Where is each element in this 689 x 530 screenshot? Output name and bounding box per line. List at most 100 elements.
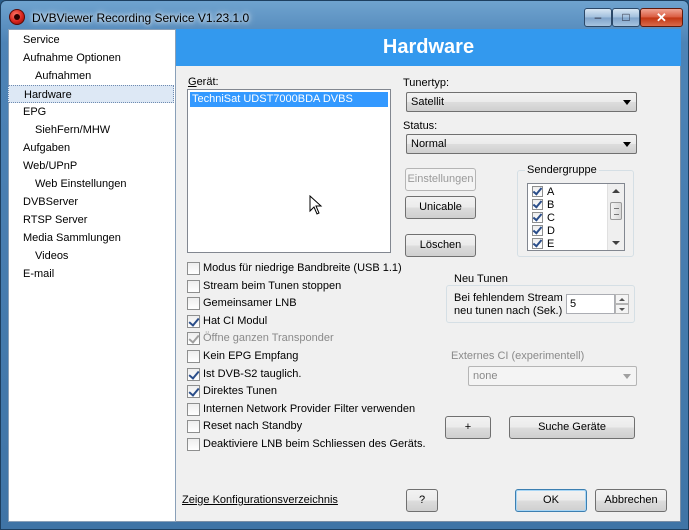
checkbox[interactable] [532, 225, 543, 236]
scroll-thumb[interactable] [610, 202, 622, 220]
option-direktes-tunen[interactable]: Direktes Tunen [187, 385, 277, 401]
chevron-down-icon [623, 142, 631, 147]
checkbox[interactable] [187, 315, 200, 328]
device-list[interactable]: TechniSat UDST7000BDA DVBS Tuner0 [187, 89, 391, 253]
sidebar-item-siehfern-mhw[interactable]: SiehFern/MHW [8, 121, 174, 139]
sendergruppe-item-label: B [547, 199, 555, 211]
option-label: Kein EPG Empfang [203, 350, 299, 362]
dvbviewer-record-icon [9, 9, 25, 25]
neu-tunen-field-label-1: Bei fehlendem Stream [454, 292, 563, 304]
einstellungen-button[interactable]: Einstellungen [405, 168, 476, 191]
option-hat-ci-modul[interactable]: Hat CI Modul [187, 315, 267, 331]
title-bar[interactable]: DVBViewer Recording Service V1.23.1.0 – … [0, 0, 689, 30]
abbrechen-button[interactable]: Abbrechen [595, 489, 667, 512]
option-kein-epg-empfang[interactable]: Kein EPG Empfang [187, 350, 298, 366]
checkbox[interactable] [187, 262, 200, 275]
sidebar-item-hardware[interactable]: Hardware [8, 85, 174, 103]
spin-up-icon[interactable] [615, 294, 629, 304]
sidebar-item-epg[interactable]: EPG [8, 103, 174, 121]
option-modus-f-r-niedrige-bandbreite-usb-1-1[interactable]: Modus für niedrige Bandbreite (USB 1.1) [187, 262, 402, 278]
checkbox[interactable] [532, 186, 543, 197]
loeschen-button[interactable]: Löschen [405, 234, 476, 257]
add-button[interactable]: + [445, 416, 491, 439]
device-list-label: Gerät: [188, 76, 219, 88]
option-internen-network-provider-filter-verwenden[interactable]: Internen Network Provider Filter verwend… [187, 403, 415, 419]
neu-tunen-spinner[interactable] [615, 294, 629, 314]
sidebar-item-service[interactable]: Service [8, 31, 174, 49]
sendergruppe-item[interactable]: A [532, 186, 554, 199]
config-directory-link[interactable]: Zeige Konfigurationsverzeichnis [182, 494, 338, 506]
sidebar-item-rtsp-server[interactable]: RTSP Server [8, 211, 174, 229]
sidebar-item-web-upnp[interactable]: Web/UPnP [8, 157, 174, 175]
suche-geraete-button[interactable]: Suche Geräte [509, 416, 635, 439]
option-reset-nach-standby[interactable]: Reset nach Standby [187, 420, 302, 436]
option-ist-dvb-s2-tauglich[interactable]: Ist DVB-S2 tauglich. [187, 368, 301, 384]
close-button[interactable]: ✕ [640, 8, 683, 27]
option--ffne-ganzen-transponder[interactable]: Öffne ganzen Transponder [187, 332, 334, 348]
sendergruppe-item-label: A [547, 186, 555, 198]
checkbox[interactable] [187, 297, 200, 310]
unicable-button[interactable]: Unicable [405, 196, 476, 219]
checkbox[interactable] [187, 403, 200, 416]
checkbox[interactable] [187, 280, 200, 293]
sidebar-item-aufgaben[interactable]: Aufgaben [8, 139, 174, 157]
status-value: Normal [411, 138, 447, 150]
checkbox[interactable] [187, 368, 200, 381]
sendergruppe-item-label: C [547, 212, 555, 224]
minimize-button[interactable]: – [584, 8, 612, 27]
sendergruppe-item[interactable]: E [532, 238, 554, 251]
ok-button[interactable]: OK [515, 489, 587, 512]
device-list-label-rest: erät: [196, 76, 219, 88]
spin-down-icon[interactable] [615, 304, 629, 314]
help-button[interactable]: ? [406, 489, 438, 512]
sidebar-item-web-einstellungen[interactable]: Web Einstellungen [8, 175, 174, 193]
sendergruppe-list[interactable]: ABCDE [527, 183, 625, 251]
checkbox[interactable] [187, 332, 200, 345]
option-label: Deaktiviere LNB beim Schliessen des Gerä… [203, 438, 426, 450]
sidebar-item-dvbserver[interactable]: DVBServer [8, 193, 174, 211]
sendergruppe-item[interactable]: B [532, 199, 554, 212]
externes-ci-label: Externes CI (experimentell) [451, 350, 585, 362]
option-label: Öffne ganzen Transponder [203, 332, 334, 344]
checkbox[interactable] [532, 238, 543, 249]
scroll-down-icon[interactable] [612, 241, 620, 245]
status-select[interactable]: Normal [406, 134, 637, 154]
sidebar-item-aufnahme-optionen[interactable]: Aufnahme Optionen [8, 49, 174, 67]
chevron-down-icon [623, 374, 631, 379]
sidebar-item-media-sammlungen[interactable]: Media Sammlungen [8, 229, 174, 247]
sendergruppe-item-label: E [547, 238, 555, 250]
checkbox[interactable] [187, 385, 200, 398]
sidebar-item-aufnahmen[interactable]: Aufnahmen [8, 67, 174, 85]
neu-tunen-seconds-input[interactable]: 5 [566, 294, 615, 314]
scroll-up-icon[interactable] [612, 189, 620, 193]
sendergruppe-label: Sendergruppe [525, 164, 599, 176]
window-title: DVBViewer Recording Service V1.23.1.0 [32, 11, 250, 25]
device-list-item-selected[interactable]: TechniSat UDST7000BDA DVBS Tuner0 [190, 92, 388, 120]
sendergruppe-scrollbar[interactable] [607, 184, 624, 250]
option-label: Gemeinsamer LNB [203, 297, 297, 309]
checkbox[interactable] [187, 350, 200, 363]
neu-tunen-label: Neu Tunen [452, 273, 510, 285]
option-label: Modus für niedrige Bandbreite (USB 1.1) [203, 262, 402, 274]
sidebar-item-e-mail[interactable]: E-mail [8, 265, 174, 283]
checkbox[interactable] [532, 199, 543, 210]
sendergruppe-item-label: D [547, 225, 555, 237]
tuner-type-value: Satellit [411, 96, 445, 108]
option-label: Stream beim Tunen stoppen [203, 280, 342, 292]
page-title: Hardware [176, 29, 681, 66]
neu-tunen-field-label-2: neu tunen nach (Sek.) [454, 305, 563, 317]
externes-ci-select[interactable]: none [468, 366, 637, 386]
option-deaktiviere-lnb-beim-schliessen-des-ger-ts[interactable]: Deaktiviere LNB beim Schliessen des Gerä… [187, 438, 426, 454]
sidebar-item-videos[interactable]: Videos [8, 247, 174, 265]
tuner-type-select[interactable]: Satellit [406, 92, 637, 112]
chevron-down-icon [623, 100, 631, 105]
maximize-button[interactable]: □ [612, 8, 640, 27]
sendergruppe-item[interactable]: D [532, 225, 555, 238]
option-gemeinsamer-lnb[interactable]: Gemeinsamer LNB [187, 297, 297, 313]
sendergruppe-item[interactable]: C [532, 212, 555, 225]
checkbox[interactable] [187, 420, 200, 433]
option-label: Internen Network Provider Filter verwend… [203, 403, 416, 415]
checkbox[interactable] [187, 438, 200, 451]
option-stream-beim-tunen-stoppen[interactable]: Stream beim Tunen stoppen [187, 280, 341, 296]
checkbox[interactable] [532, 212, 543, 223]
